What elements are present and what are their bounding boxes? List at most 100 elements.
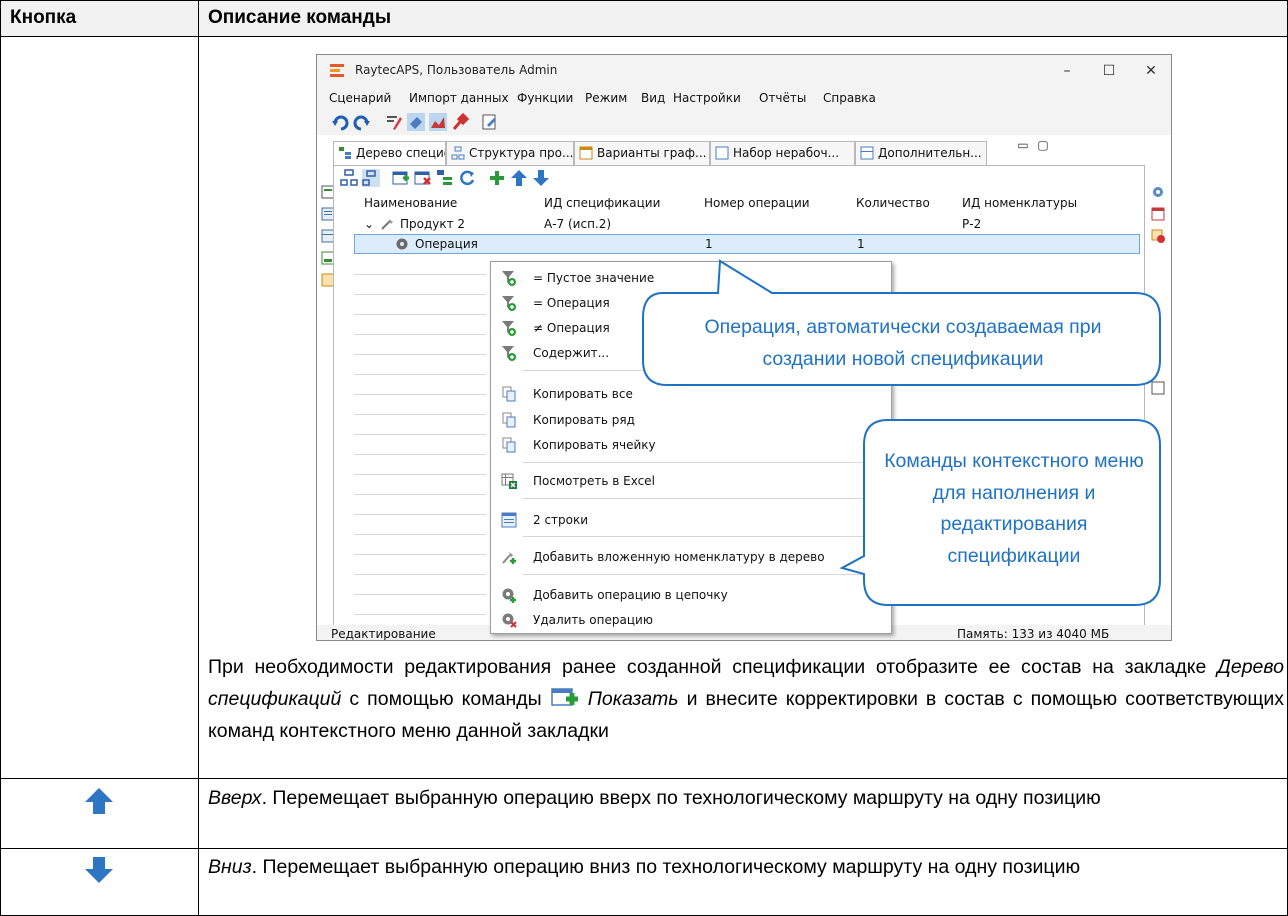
add-nested-icon xyxy=(502,552,516,564)
redo-icon[interactable] xyxy=(353,113,371,131)
menu-settings[interactable]: Настройки xyxy=(673,91,741,105)
menu-help[interactable]: Справка xyxy=(823,91,876,105)
cell-spec-id: А-7 (исп.2) xyxy=(544,217,612,231)
cell-nom-id: Р-2 xyxy=(962,217,982,231)
move-down-icon[interactable] xyxy=(532,169,550,187)
tab-strip: Дерево специф... Структура про... Вариан… xyxy=(333,138,1143,165)
warning-icon[interactable] xyxy=(1151,229,1165,243)
expand-tree-icon[interactable] xyxy=(340,169,358,187)
status-memory: Память: 133 из 4040 МБ xyxy=(957,627,1110,641)
table-icon xyxy=(860,146,874,160)
excel-icon xyxy=(501,473,517,489)
structure-icon xyxy=(451,146,465,160)
arrow-down-icon xyxy=(85,857,113,883)
edit-lines-icon[interactable] xyxy=(385,113,403,131)
maximize-button[interactable]: ☐ xyxy=(1099,61,1119,81)
refresh-icon[interactable] xyxy=(458,169,476,187)
menu-item-copy-cell[interactable]: Копировать ячейку xyxy=(491,433,891,457)
table-row-selected[interactable]: Операция 1 1 xyxy=(354,234,1140,254)
menu-item-view-excel[interactable]: Посмотреть в Excel xyxy=(491,469,891,493)
column-spec-id[interactable]: ИД спецификации xyxy=(544,196,660,210)
menu-mode[interactable]: Режим xyxy=(585,91,627,105)
menu-scenario[interactable]: Сценарий xyxy=(329,91,391,105)
panel-minimize-button[interactable]: ▭ xyxy=(1013,135,1033,155)
undo-icon[interactable] xyxy=(331,113,349,131)
tab-label: Дерево специф... xyxy=(356,146,445,160)
tab-product-structure[interactable]: Структура про... xyxy=(446,141,574,165)
show-spec-icon xyxy=(550,688,578,706)
menu-item-add-operation[interactable]: Добавить операцию в цепочку xyxy=(491,583,891,607)
table-icon[interactable] xyxy=(1151,381,1165,395)
table-row[interactable]: ⌄ Продукт 2 А-7 (исп.2) Р-2 xyxy=(334,214,1142,234)
menu-reports[interactable]: Отчёты xyxy=(759,91,806,105)
tree-icon xyxy=(339,147,351,159)
menu-bar: Сценарий Импорт данных Функции Режим Вид… xyxy=(317,87,1171,109)
eraser-icon[interactable] xyxy=(407,113,425,131)
menu-item-add-nested-nomenclature[interactable]: Добавить вложенную номенклатуру в дерево xyxy=(491,545,891,569)
gear-icon xyxy=(396,238,408,250)
header-description-column: Описание команды xyxy=(208,7,392,28)
tab-additional[interactable]: Дополнительн... xyxy=(855,141,987,165)
tab-label: Набор нерабоч... xyxy=(733,146,840,160)
column-op-number[interactable]: Номер операции xyxy=(704,196,810,210)
description-move-down: Вниз. Перемещает выбранную операцию вниз… xyxy=(208,856,1081,878)
calendar-23-icon xyxy=(715,146,729,160)
collapse-tree-icon[interactable] xyxy=(362,169,380,187)
cell-name: Операция xyxy=(415,237,478,251)
show-spec-icon[interactable] xyxy=(392,169,410,187)
expand-chevron-icon[interactable]: ⌄ xyxy=(364,217,374,231)
gear-add-icon xyxy=(502,588,516,603)
panel-toolbar xyxy=(334,166,1144,190)
filter-add-icon xyxy=(502,296,516,311)
copy-icon xyxy=(502,386,516,402)
tab-label: Варианты граф... xyxy=(597,146,707,160)
tree-add-icon[interactable] xyxy=(436,169,454,187)
tab-spec-tree[interactable]: Дерево специф... xyxy=(333,141,446,165)
filter-add-icon xyxy=(502,271,516,286)
window-title: RaytecAPS, Пользователь Admin xyxy=(355,63,558,77)
status-mode: Редактирование xyxy=(331,627,436,641)
pin-icon[interactable] xyxy=(451,113,469,131)
menu-item-copy-all[interactable]: Копировать все xyxy=(491,382,891,406)
document-edit-icon[interactable] xyxy=(481,113,499,131)
app-logo-icon xyxy=(330,64,344,77)
menu-item-delete-operation[interactable]: Удалить операцию xyxy=(491,608,891,632)
minimize-button[interactable]: – xyxy=(1057,61,1077,81)
menu-item-two-rows[interactable]: 2 строки xyxy=(491,508,891,532)
cell-name: Продукт 2 xyxy=(400,217,466,231)
tab-nonworking-set[interactable]: Набор нерабоч... xyxy=(710,141,855,165)
table-header-row xyxy=(0,0,1288,36)
column-name[interactable]: Наименование xyxy=(364,196,457,210)
cell-quantity: 1 xyxy=(857,237,865,251)
move-up-icon[interactable] xyxy=(510,169,528,187)
gear-icon[interactable] xyxy=(1151,185,1165,199)
tab-label: Структура про... xyxy=(469,146,574,160)
delete-spec-icon[interactable] xyxy=(414,169,432,187)
copy-icon xyxy=(502,412,516,428)
chart-icon[interactable] xyxy=(429,113,447,131)
add-icon[interactable] xyxy=(488,169,506,187)
menu-item-copy-row[interactable]: Копировать ряд xyxy=(491,408,891,432)
command-name-emphasis: Показать xyxy=(587,688,679,710)
column-nom-id[interactable]: ИД номенклатуры xyxy=(962,196,1077,210)
arrow-up-icon xyxy=(85,788,113,814)
calendar-icon[interactable] xyxy=(1151,207,1165,221)
tab-label: Дополнительн... xyxy=(878,146,982,160)
tab-schedule-variants[interactable]: Варианты граф... xyxy=(574,141,710,165)
close-button[interactable]: ✕ xyxy=(1141,61,1161,81)
header-button-column: Кнопка xyxy=(10,7,77,28)
filter-add-icon xyxy=(502,321,516,336)
column-quantity[interactable]: Количество xyxy=(856,196,930,210)
panel-maximize-button[interactable]: ▢ xyxy=(1033,135,1053,155)
callout-commands-text: Команды контекстного меню для наполнения… xyxy=(884,450,1144,567)
paragraph-edit-spec: При необходимости редактирования ранее с… xyxy=(208,656,1284,742)
menu-functions[interactable]: Функции xyxy=(517,91,573,105)
menu-item-filter-empty[interactable]: = Пустое значение xyxy=(491,266,891,290)
menu-view[interactable]: Вид xyxy=(641,91,665,105)
cell-op-number: 1 xyxy=(705,237,713,251)
rows-icon xyxy=(501,512,517,528)
grid-header: Наименование ИД спецификации Номер опера… xyxy=(334,192,1144,214)
description-move-up: Вверх. Перемещает выбранную операцию вве… xyxy=(208,787,1101,809)
menu-import[interactable]: Импорт данных xyxy=(409,91,509,105)
command-title: Вниз xyxy=(208,856,252,878)
